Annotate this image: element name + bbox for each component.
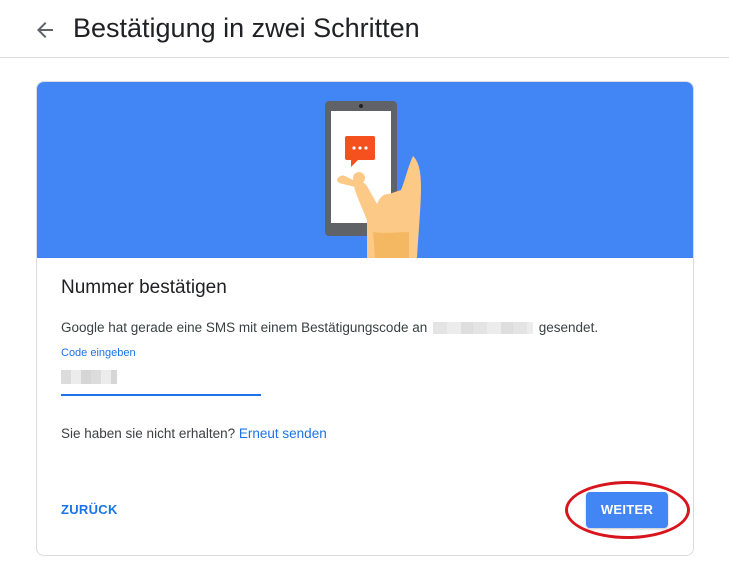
redacted-code-value [61,370,117,384]
resend-row: Sie haben sie nicht erhalten? Erneut sen… [61,425,327,443]
next-button[interactable]: WEITER [586,492,668,528]
resend-prompt: Sie haben sie nicht erhalten? [61,426,236,441]
sms-description: Google hat gerade eine SMS mit einem Bes… [61,319,598,337]
back-arrow-button[interactable] [33,18,57,42]
verification-card: Nummer bestätigen Google hat gerade eine… [36,81,694,556]
code-input[interactable] [61,366,261,396]
page-header: Bestätigung in zwei Schritten [0,0,729,58]
back-button[interactable]: ZURÜCK [61,502,118,517]
redacted-phone-number [433,322,533,335]
resend-link[interactable]: Erneut senden [239,426,327,441]
description-prefix: Google hat gerade eine SMS mit einem Bes… [61,320,428,335]
banner-illustration [37,82,693,258]
page-title: Bestätigung in zwei Schritten [73,13,420,43]
description-suffix: gesendet. [538,320,599,335]
card-title: Nummer bestätigen [61,277,227,298]
arrow-back-icon [37,22,53,38]
code-field-label: Code eingeben [61,347,136,359]
